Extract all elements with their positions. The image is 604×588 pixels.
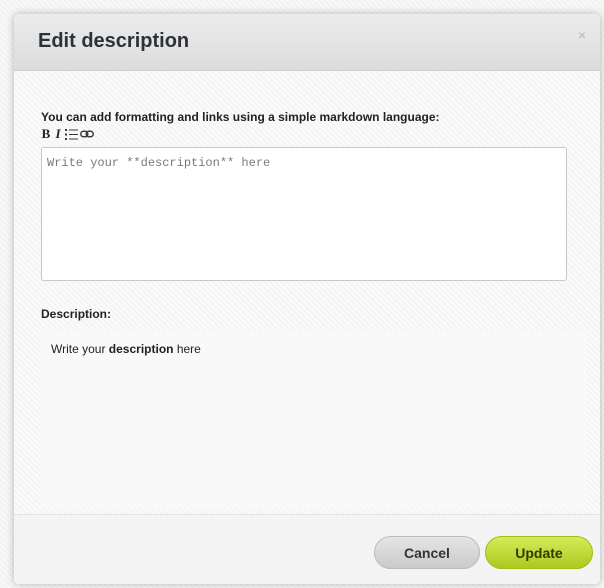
description-preview: Write your description here: [41, 330, 586, 508]
cancel-button[interactable]: Cancel: [374, 536, 480, 569]
markdown-instructions: You can add formatting and links using a…: [41, 110, 440, 124]
dialog-footer: Cancel Update: [14, 514, 600, 584]
list-icon[interactable]: [65, 126, 78, 142]
preview-text-start: Write your: [51, 342, 109, 356]
close-icon[interactable]: ×: [578, 28, 586, 42]
update-button[interactable]: Update: [485, 536, 593, 569]
link-icon[interactable]: [80, 126, 94, 142]
edit-description-dialog: Edit description × You can add formattin…: [14, 14, 600, 584]
description-preview-label: Description:: [41, 307, 112, 321]
preview-text-bold: description: [108, 342, 174, 356]
description-markdown-input[interactable]: [41, 147, 567, 281]
dialog-body: You can add formatting and links using a…: [14, 71, 600, 514]
bold-button[interactable]: B: [41, 126, 51, 142]
dialog-title: Edit description: [38, 30, 190, 52]
markdown-toolbar: B I: [41, 126, 94, 142]
preview-text-end: here: [173, 342, 201, 356]
dialog-header: Edit description ×: [14, 14, 600, 71]
italic-button[interactable]: I: [53, 126, 63, 142]
